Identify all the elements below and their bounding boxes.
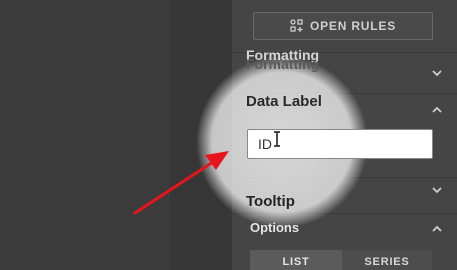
annotation-arrow-icon	[133, 151, 229, 215]
